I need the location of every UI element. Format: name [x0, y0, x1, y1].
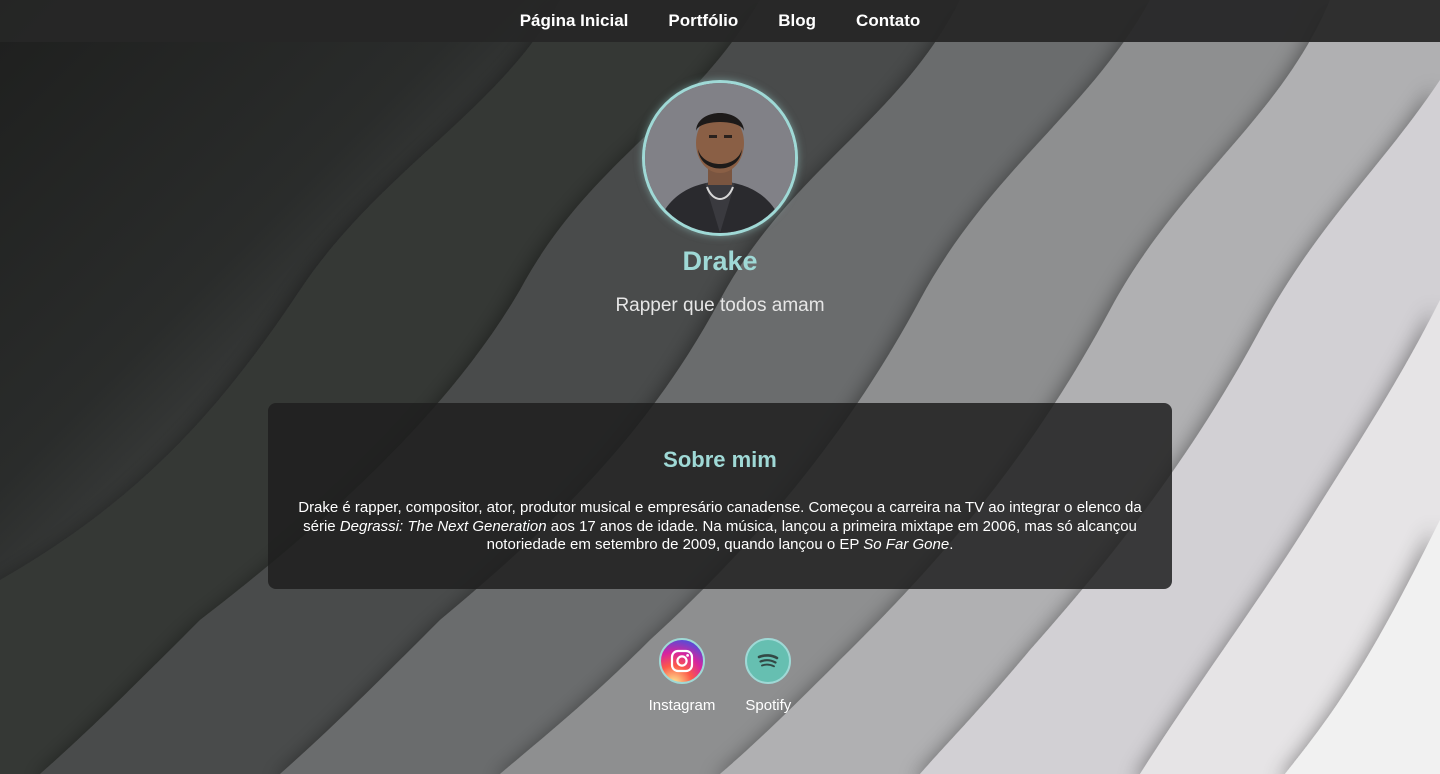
nav-link-blog[interactable]: Blog — [778, 11, 816, 31]
instagram-icon[interactable] — [658, 638, 705, 684]
profile-header: Drake Rapper que todos amam — [0, 80, 1440, 317]
avatar — [642, 80, 798, 236]
top-navbar: Página Inicial Portfólio Blog Contato — [0, 0, 1440, 42]
spotify-link[interactable]: Spotify — [745, 638, 792, 714]
nav-link-home[interactable]: Página Inicial — [520, 11, 629, 31]
profile-name: Drake — [682, 246, 758, 276]
nav-link-contact[interactable]: Contato — [856, 11, 920, 31]
about-ep-title: So Far Gone — [863, 536, 950, 553]
about-title: Sobre mim — [663, 447, 777, 472]
about-card: Sobre mim Drake é rapper, compositor, at… — [268, 403, 1172, 589]
nav-link-portfolio[interactable]: Portfólio — [668, 11, 738, 31]
profile-tagline: Rapper que todos amam — [615, 295, 825, 316]
spotify-label[interactable]: Spotify — [745, 697, 791, 714]
about-text-part: aos 17 anos de idade. Na música, lançou … — [486, 517, 1137, 554]
instagram-label[interactable]: Instagram — [649, 697, 716, 714]
about-text-part: . — [949, 536, 954, 553]
spotify-icon[interactable] — [745, 638, 792, 684]
avatar-portrait — [645, 83, 795, 233]
social-links: Instagram Spotify — [0, 638, 1440, 714]
instagram-link[interactable]: Instagram — [649, 638, 716, 714]
about-text: Drake é rapper, compositor, ator, produt… — [298, 499, 1142, 555]
about-show-title: Degrassi: The Next Generation — [339, 517, 547, 535]
